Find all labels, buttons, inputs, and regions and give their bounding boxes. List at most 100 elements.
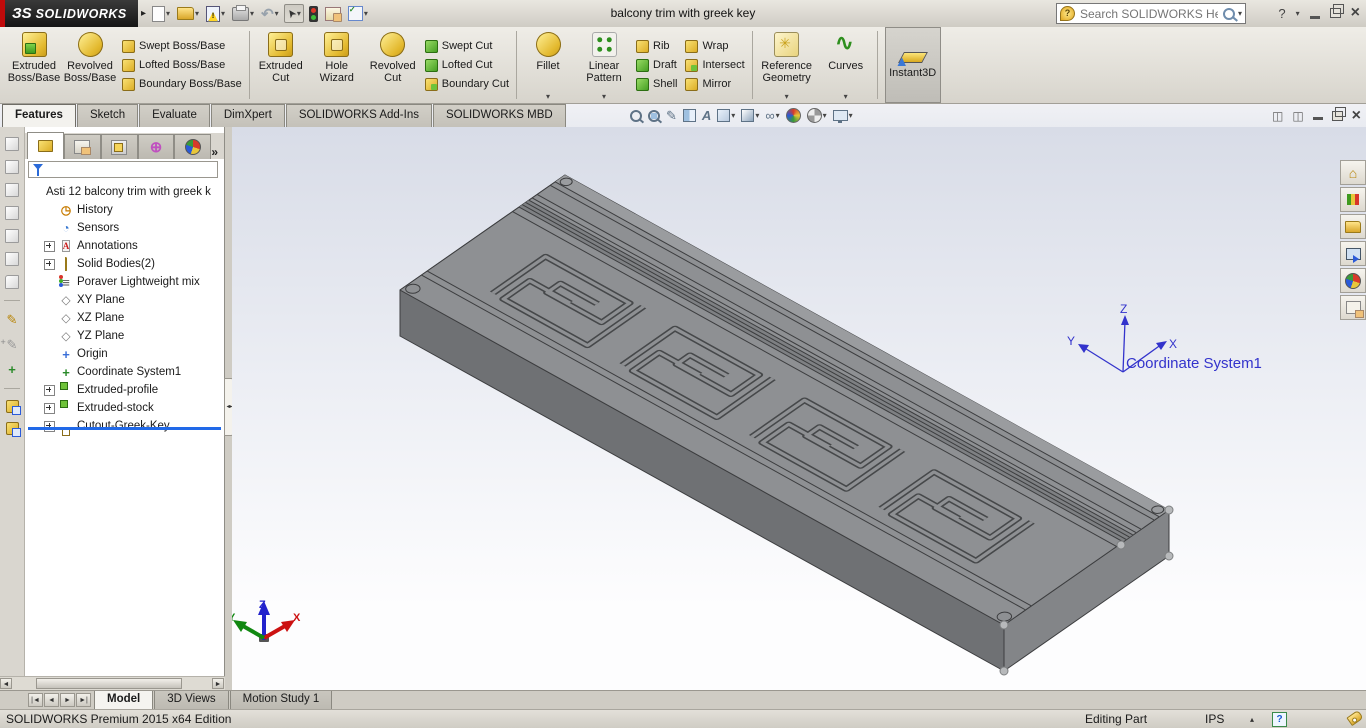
boundary-boss-base-button[interactable]: Boundary Boss/Base [122,77,242,92]
pane-split-left-icon[interactable]: ◫ [1272,109,1283,123]
first-tab-button[interactable]: |◄ [28,693,43,707]
tree-root-item[interactable]: Asti 12 balcony trim with greek k [28,183,224,201]
mirror-button[interactable]: Mirror [685,77,744,92]
tab-model[interactable]: Model [94,691,153,710]
wrap-button[interactable]: Wrap [685,39,744,54]
app-help-caret[interactable]: ▾ [1296,9,1300,18]
design-library-button[interactable] [1340,187,1366,212]
help-search-input[interactable] [1078,6,1220,22]
tab-dimxpert[interactable]: DimXpert [211,104,285,127]
unit-system-caret[interactable]: ▴ [1250,715,1254,724]
zoom-to-fit-button[interactable] [630,110,642,122]
view-cube-icon[interactable] [5,206,19,220]
tree-item-xz-plane[interactable]: XZ Plane [28,309,224,327]
open-document-button[interactable]: ▾ [175,5,201,22]
fillet-button[interactable]: Fillet ▾ [520,27,576,103]
expand-icon[interactable] [44,385,55,396]
reference-geometry-caret[interactable]: ▾ [785,92,789,101]
restore-button[interactable] [1330,8,1341,18]
last-tab-button[interactable]: ►| [76,693,91,707]
tree-item-history[interactable]: History [28,201,224,219]
doc-minimize-button[interactable] [1313,117,1323,120]
lofted-boss-base-button[interactable]: Lofted Boss/Base [122,58,242,73]
options-button[interactable]: ▾ [346,4,370,23]
tree-item-solid-bodies[interactable]: Solid Bodies(2) [28,255,224,273]
view-settings-button[interactable]: ▾ [833,110,853,121]
tab-sketch[interactable]: Sketch [77,104,138,127]
view-cube-icon[interactable] [5,137,19,151]
coordinate-system-icon[interactable] [8,362,16,377]
next-tab-button[interactable]: ► [60,693,75,707]
extruded-boss-base-button[interactable]: ExtrudedBoss/Base [6,27,62,103]
view-orientation-button[interactable]: ▾ [717,109,735,122]
intersect-button[interactable]: Intersect [685,58,744,73]
swept-cut-button[interactable]: Swept Cut [425,39,509,54]
linear-pattern-caret[interactable]: ▾ [602,92,606,101]
appearances-button[interactable] [1340,268,1366,293]
select-tool-button[interactable]: ▾ [284,4,304,23]
pane-split-right-icon[interactable]: ◫ [1292,109,1303,123]
tab-features[interactable]: Features [2,104,76,127]
rebuild-button[interactable] [307,4,320,24]
dimxpert-manager-tab[interactable] [138,134,175,159]
tree-item-coordinate-system[interactable]: Coordinate System1 [28,363,224,381]
tree-item-material[interactable]: Poraver Lightweight mix [28,273,224,291]
apply-scene-button[interactable]: ▾ [807,108,827,123]
panel-horizontal-scrollbar[interactable]: ◄ ► [0,676,225,690]
panel-overflow-chevron[interactable]: » [211,145,218,159]
draft-button[interactable]: Draft [636,58,677,73]
tree-item-sensors[interactable]: Sensors [28,219,224,237]
expand-icon[interactable] [44,403,55,414]
tree-item-annotations[interactable]: Annotations [28,237,224,255]
instant3d-toggle-button[interactable]: Instant3D [885,27,941,103]
expand-icon[interactable] [44,259,55,270]
revolved-boss-base-button[interactable]: RevolvedBoss/Base [62,27,118,103]
view-cube-icon[interactable] [5,252,19,266]
undo-button[interactable]: ▾ [259,3,281,25]
search-magnifier-icon[interactable] [1223,8,1235,20]
extruded-cut-button[interactable]: ExtrudedCut [253,27,309,103]
hole-wizard-button[interactable]: HoleWizard [309,27,365,103]
minimize-button[interactable] [1310,16,1320,19]
tree-item-yz-plane[interactable]: YZ Plane [28,327,224,345]
fillet-caret[interactable]: ▾ [546,92,550,101]
file-properties-button[interactable] [323,5,343,23]
file-explorer-button[interactable] [1340,214,1366,239]
view-palette-button[interactable] [1340,241,1366,266]
hide-show-items-button[interactable]: ∞▾ [765,109,779,122]
view-cube-iso-icon[interactable] [5,275,19,289]
expand-icon[interactable] [44,241,55,252]
scroll-right-arrow[interactable]: ► [212,678,224,689]
section-view-button[interactable] [683,109,696,122]
tree-item-extruded-stock[interactable]: Extruded-stock [28,399,224,417]
swept-boss-base-button[interactable]: Swept Boss/Base [122,39,242,54]
previous-tab-button[interactable]: ◄ [44,693,59,707]
quick-tips-help-icon[interactable]: ? [1272,712,1287,727]
configuration-manager-tab[interactable] [101,134,138,159]
revolved-cut-button[interactable]: RevolvedCut [365,27,421,103]
previous-view-button[interactable]: ✎ [666,109,677,122]
scrollbar-thumb[interactable] [36,678,182,689]
linear-pattern-button[interactable]: LinearPattern ▾ [576,27,632,103]
boundary-cut-button[interactable]: Boundary Cut [425,77,509,92]
doc-restore-button[interactable] [1332,111,1343,121]
tree-item-xy-plane[interactable]: XY Plane [28,291,224,309]
shell-button[interactable]: Shell [636,77,677,92]
tree-item-cutout-greek-key[interactable]: Cutout-Greek-Key [28,417,224,435]
reference-geometry-button[interactable]: ReferenceGeometry ▾ [756,27,818,103]
save-document-button[interactable]: ▾ [204,4,227,24]
doc-close-button[interactable] [1352,107,1361,125]
tree-item-extruded-profile[interactable]: Extruded-profile [28,381,224,399]
custom-properties-button[interactable] [1340,295,1366,320]
curves-button[interactable]: Curves ▾ [818,27,874,103]
unit-system-selector[interactable]: IPS [1205,712,1224,726]
zoom-to-area-button[interactable] [648,110,660,122]
new-document-button[interactable]: ▾ [150,4,172,24]
tab-solidworks-mbd[interactable]: SOLIDWORKS MBD [433,104,566,127]
close-button[interactable] [1351,4,1360,22]
annotation-views-button[interactable]: A [702,109,711,122]
tab-motion-study-1[interactable]: Motion Study 1 [230,691,333,710]
rollback-bar[interactable] [28,427,221,430]
tree-filter-box[interactable] [28,161,218,178]
view-cube-icon[interactable] [5,229,19,243]
